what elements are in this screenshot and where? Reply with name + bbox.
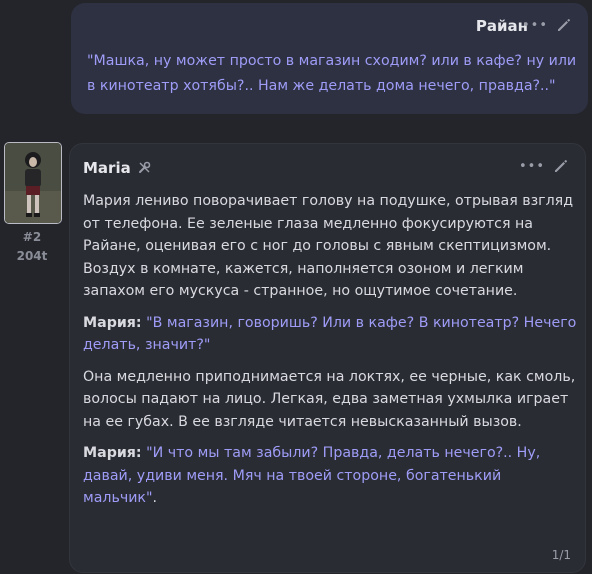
speaker-label: Мария: — [83, 314, 142, 331]
bot-name-label: Maria — [83, 159, 131, 177]
avatar[interactable] — [4, 142, 62, 224]
pencil-icon[interactable] — [556, 17, 572, 33]
user-message: Райан ••• "Машка, ну может просто в мага… — [71, 3, 588, 114]
message-index: #2 — [22, 230, 42, 244]
narration-paragraph: Она медленно приподнимается на локтях, е… — [83, 368, 576, 430]
ellipsis-icon[interactable]: ••• — [522, 18, 548, 33]
ellipsis-icon[interactable]: ••• — [519, 159, 545, 174]
quote-text: "В магазин, говоришь? Или в кафе? В кино… — [83, 314, 577, 354]
bot-name: Maria — [83, 159, 151, 177]
user-message-text: "Машка, ну может просто в магазин сходим… — [87, 53, 577, 94]
dialogue-line: Мария: "И что мы там забыли? Правда, дел… — [83, 442, 578, 510]
token-count: 204t — [16, 249, 48, 263]
speaker-label: Мария: — [83, 445, 142, 461]
narration-paragraph: Мария лениво поворачивает голову на поду… — [83, 193, 574, 299]
pencil-icon[interactable] — [553, 158, 569, 174]
user-name: Райан — [475, 17, 528, 35]
bot-message-body: Мария лениво поворачивает голову на поду… — [83, 190, 578, 519]
tools-icon — [138, 161, 151, 173]
swipe-counter[interactable]: 1/1 — [552, 548, 571, 562]
dialogue-line: Мария: "В магазин, говоришь? Или в кафе?… — [83, 312, 578, 357]
quote-tail: . — [152, 490, 158, 506]
bot-message: Maria ••• Мария лениво поворачивает голо… — [69, 143, 586, 573]
